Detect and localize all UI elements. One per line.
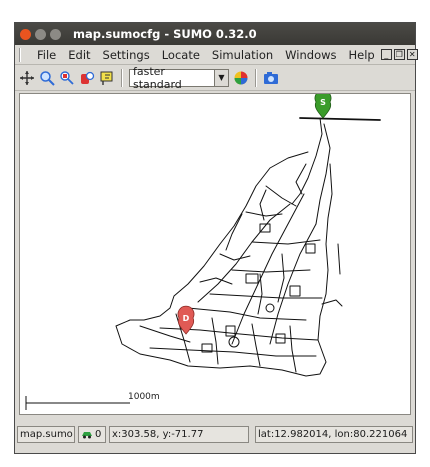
- menu-locate[interactable]: Locate: [156, 48, 206, 62]
- start-marker-icon: S: [314, 94, 332, 119]
- menu-edit[interactable]: Edit: [62, 48, 96, 62]
- locate-junction-icon[interactable]: [59, 70, 75, 86]
- title-bar: map.sumocfg - SUMO 0.32.0: [15, 23, 415, 45]
- scale-label: 1000m: [128, 392, 160, 402]
- menu-grip: [19, 47, 21, 62]
- toolbar-separator: [121, 68, 123, 87]
- locate-vehicle-icon[interactable]: [79, 70, 95, 86]
- mdi-restore-icon[interactable]: ❐: [393, 49, 405, 60]
- start-marker-label: S: [320, 98, 326, 107]
- color-scheme-select[interactable]: faster standard ▼: [129, 65, 229, 91]
- sumo-window: map.sumocfg - SUMO 0.32.0 File Edit Sett…: [14, 22, 418, 454]
- mdi-minimize-icon[interactable]: _: [380, 49, 392, 60]
- map-canvas[interactable]: S D 1000m: [19, 93, 411, 415]
- locate-poi-icon[interactable]: [99, 70, 115, 86]
- menu-settings[interactable]: Settings: [97, 48, 156, 62]
- maximize-window-button[interactable]: [50, 28, 61, 40]
- mdi-controls: _ ❐ ✕: [380, 49, 422, 60]
- vehicle-icon: [82, 432, 92, 439]
- close-window-button[interactable]: [20, 28, 31, 40]
- status-bar: map.sumo 0 x:303.58, y:-71.77 lat:12.982…: [17, 425, 413, 443]
- menu-windows[interactable]: Windows: [279, 48, 342, 62]
- zoom-icon[interactable]: [39, 70, 55, 86]
- menu-help[interactable]: Help: [343, 48, 381, 62]
- recenter-view-icon[interactable]: [19, 70, 35, 86]
- end-marker-label: D: [183, 314, 190, 323]
- toolbar-separator: [255, 68, 257, 87]
- status-file: map.sumo: [17, 425, 75, 443]
- menu-simulation[interactable]: Simulation: [206, 48, 279, 62]
- minimize-window-button[interactable]: [35, 28, 46, 40]
- scale-bar: [25, 396, 130, 410]
- status-coords: x:303.58, y:-71.77: [109, 425, 249, 443]
- road-network: S D: [25, 94, 381, 410]
- screenshot-icon[interactable]: [263, 70, 279, 86]
- menu-bar: File Edit Settings Locate Simulation Win…: [15, 45, 418, 65]
- color-scheme-value: faster standard: [133, 64, 182, 91]
- mdi-close-icon[interactable]: ✕: [406, 49, 418, 60]
- status-latlon: lat:12.982014, lon:80.221064: [255, 425, 413, 443]
- window-title: map.sumocfg - SUMO 0.32.0: [73, 27, 257, 41]
- chevron-down-icon[interactable]: ▼: [214, 69, 228, 86]
- color-wheel-icon[interactable]: [233, 70, 249, 86]
- status-vehicle-count: 0: [78, 425, 106, 443]
- menu-file[interactable]: File: [31, 48, 62, 62]
- status-count: 0: [95, 428, 102, 440]
- view-toolbar: faster standard ▼: [15, 65, 415, 91]
